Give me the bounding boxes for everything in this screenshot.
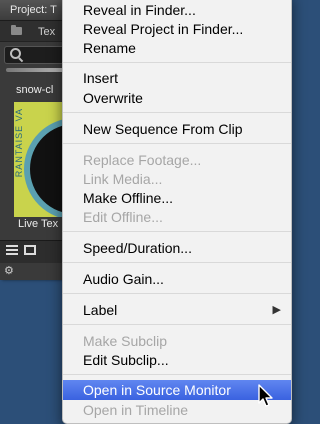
menu-item-new-sequence-from-clip[interactable]: New Sequence From Clip <box>63 119 291 139</box>
project-panel: Project: T Tex snow-cl RANTAISE VA Live … <box>0 0 71 280</box>
menu-item-reveal-in-finder[interactable]: Reveal in Finder... <box>63 0 291 20</box>
folder-icon[interactable] <box>11 25 22 35</box>
submenu-arrow-icon: ▶ <box>272 304 281 316</box>
menu-item-reveal-project-in-finder[interactable]: Reveal Project in Finder... <box>63 19 291 39</box>
menu-separator <box>63 143 291 144</box>
icon-view-icon[interactable] <box>24 245 36 255</box>
panel-title: Project: T <box>10 4 57 16</box>
search-icon <box>10 48 21 59</box>
menu-item-insert[interactable]: Insert <box>63 68 291 88</box>
menu-item-speed-duration[interactable]: Speed/Duration... <box>63 238 291 258</box>
menu-item-edit-offline: Edit Offline... <box>83 209 163 225</box>
menu-separator <box>63 374 291 375</box>
menu-separator <box>63 231 291 232</box>
menu-item-overwrite[interactable]: Overwrite <box>63 88 291 108</box>
thumbnail-text: RANTAISE VA <box>14 108 24 178</box>
menu-item-rename[interactable]: Rename <box>63 38 291 58</box>
clip-name: snow-cl <box>16 84 54 96</box>
menu-item-label-text: Label <box>83 302 118 318</box>
menu-separator <box>63 324 291 325</box>
mouse-cursor-icon <box>258 384 273 407</box>
menu-separator <box>63 262 291 263</box>
menu-separator <box>63 112 291 113</box>
context-menu: Reveal in Finder... Reveal Project in Fi… <box>62 0 292 424</box>
panel-tab-label[interactable]: Tex <box>38 26 55 38</box>
menu-item-link-media: Link Media... <box>83 171 163 187</box>
menu-item-edit-subclip[interactable]: Edit Subclip... <box>63 350 291 370</box>
menu-item-make-subclip: Make Subclip <box>83 333 168 349</box>
thumbnail-scrubber[interactable] <box>6 68 68 72</box>
menu-separator <box>63 62 291 63</box>
menu-separator <box>63 293 291 294</box>
menu-item-make-offline[interactable]: Make Offline... <box>63 188 291 208</box>
menu-item-audio-gain[interactable]: Audio Gain... <box>63 269 291 289</box>
live-text-label: Live Tex <box>18 218 59 230</box>
settings-icon[interactable]: ⚙ <box>4 266 14 277</box>
menu-item-label[interactable]: Label ▶ <box>63 300 291 320</box>
menu-item-replace-footage: Replace Footage... <box>83 152 202 168</box>
list-view-icon[interactable] <box>6 245 18 255</box>
